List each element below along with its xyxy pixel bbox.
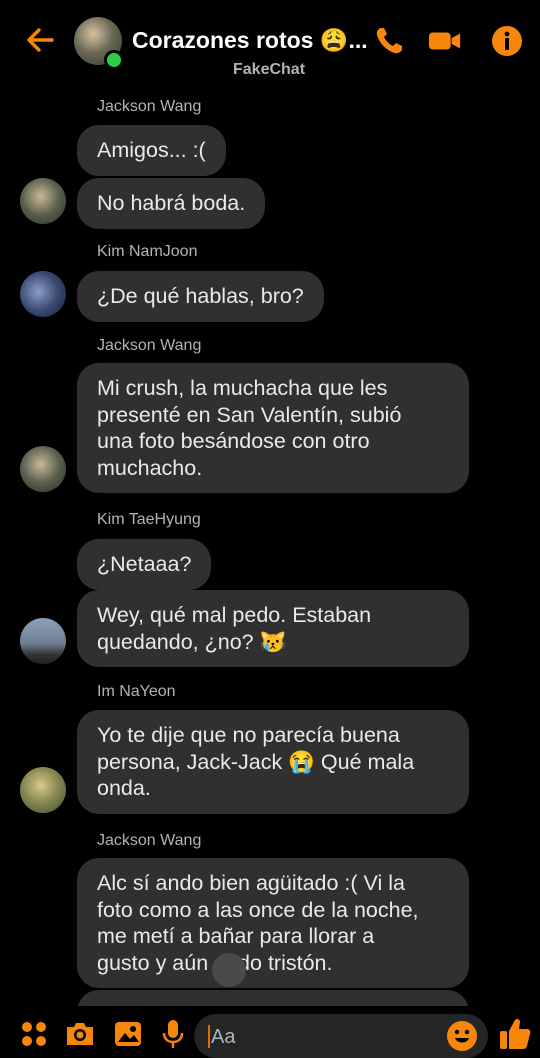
microphone-icon[interactable] (157, 1018, 189, 1050)
sender-name: Jackson Wang (97, 337, 202, 354)
sender-avatar[interactable] (20, 178, 66, 224)
message-bubble[interactable]: Amigos... :( (77, 125, 226, 176)
sender-name: Jackson Wang (97, 98, 202, 115)
message-bubble[interactable]: Wey, qué mal pedo. Estaban quedando, ¿no… (77, 590, 469, 667)
message-bubble[interactable]: No habrá boda. (77, 178, 266, 229)
sender-avatar[interactable] (20, 446, 66, 492)
message-bubble[interactable]: ¿Netaaa? (77, 539, 212, 590)
chat-header: Corazones rotos 😩... FakeChat (0, 0, 540, 90)
message-input-placeholder: Aa (211, 1026, 236, 1048)
video-camera-icon[interactable] (428, 24, 462, 58)
back-arrow-icon[interactable] (22, 22, 58, 58)
sender-avatar[interactable] (20, 618, 66, 664)
message-bubble[interactable]: Mi crush, la muchacha que les presenté e… (77, 363, 469, 493)
message-bubble[interactable]: Alc sí ando bien agüitado :( Vi la foto … (77, 858, 469, 988)
phone-icon[interactable] (372, 24, 406, 58)
online-status-dot (104, 50, 124, 70)
message-bubble[interactable]: Yo te dije que no parecía buena persona,… (77, 710, 469, 814)
sender-name: Kim NamJoon (97, 243, 198, 260)
thumbs-up-icon[interactable] (498, 1016, 532, 1052)
chat-title[interactable]: Corazones rotos 😩... (132, 27, 368, 54)
message-input[interactable]: Aa (194, 1014, 488, 1058)
emoji-icon[interactable] (446, 1020, 478, 1052)
sender-name: Kim TaeHyung (97, 511, 201, 528)
camera-icon[interactable] (64, 1018, 96, 1050)
info-icon[interactable] (490, 24, 524, 58)
sender-name: Im NaYeon (97, 683, 176, 700)
typing-indicator (212, 953, 246, 987)
gallery-icon[interactable] (112, 1018, 144, 1050)
message-bubble[interactable]: ¿De qué hablas, bro? (77, 271, 324, 322)
chat-subtitle: FakeChat (233, 61, 306, 78)
apps-icon[interactable] (18, 1018, 50, 1050)
sender-avatar[interactable] (20, 271, 66, 317)
sender-avatar[interactable] (20, 767, 66, 813)
text-cursor (208, 1025, 210, 1048)
sender-name: Jackson Wang (97, 832, 202, 849)
